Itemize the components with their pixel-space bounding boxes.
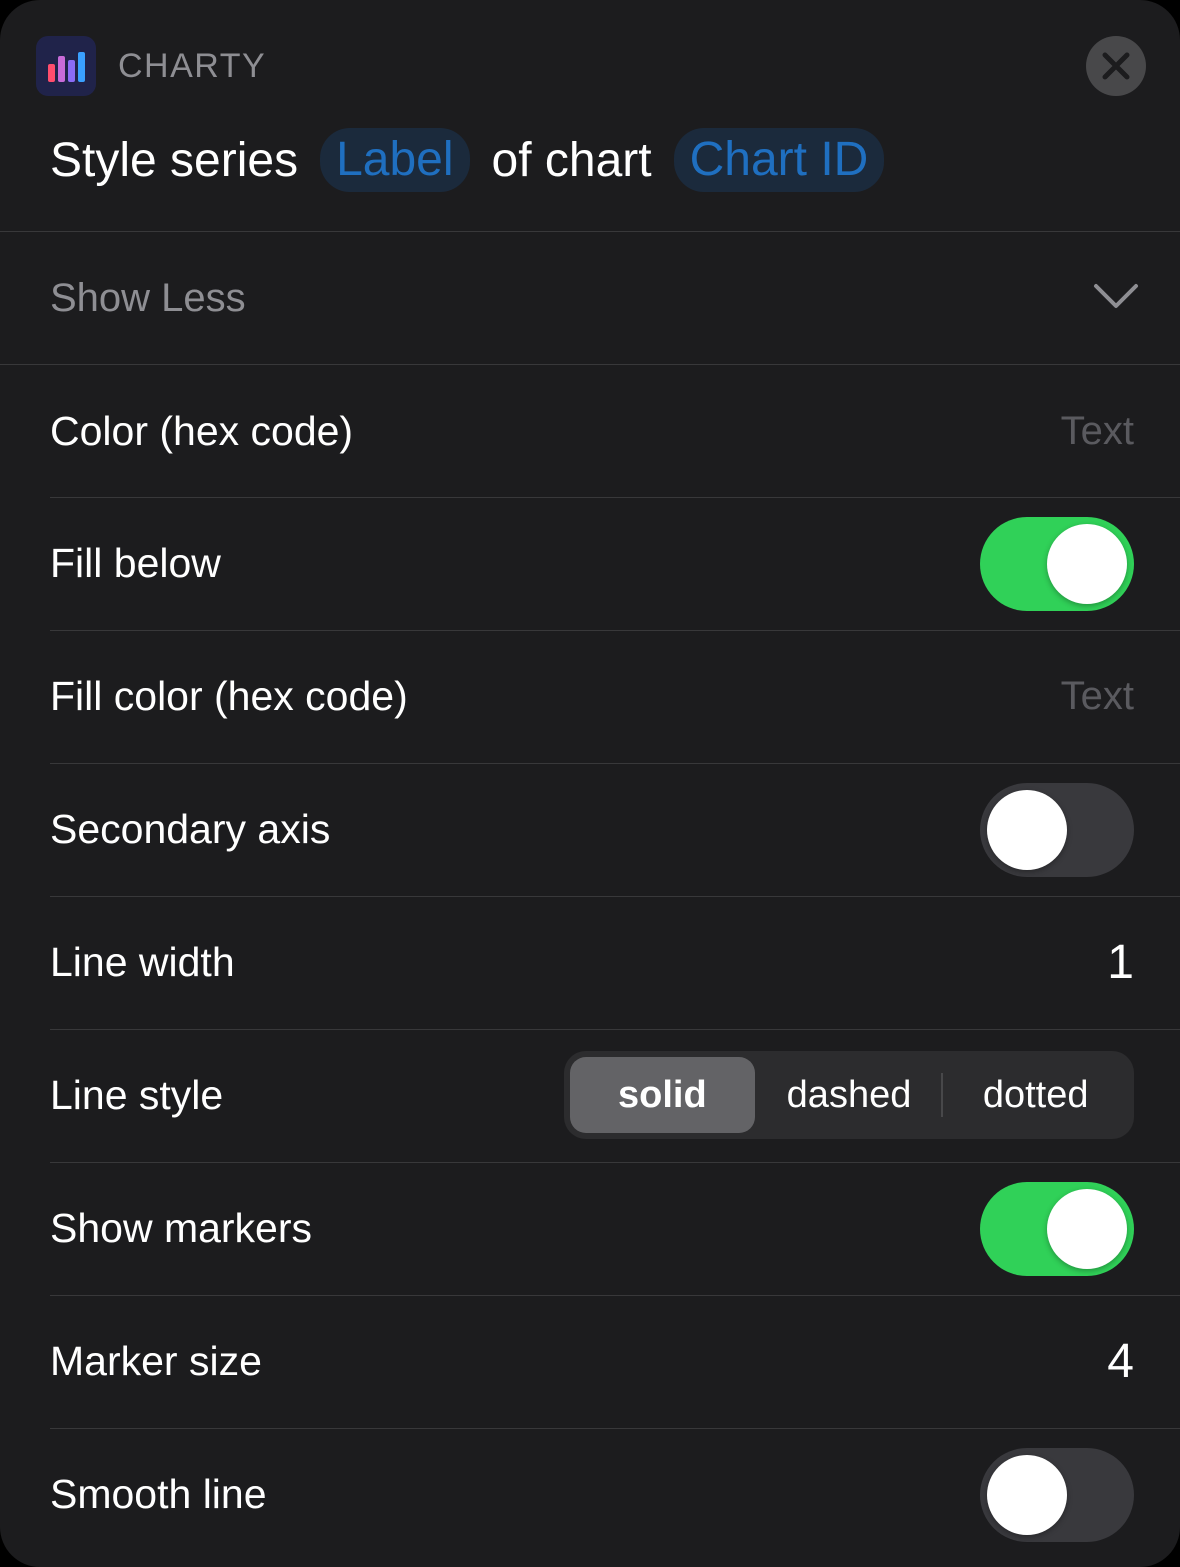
param-label-fill-below: Fill below	[50, 540, 221, 586]
param-label-marker-size: Marker size	[50, 1338, 262, 1384]
title-middle: of chart	[491, 133, 652, 187]
param-row-line-width: Line width 1	[0, 896, 1180, 1029]
line-style-segmented-control: solid dashed dotted	[564, 1051, 1134, 1139]
param-row-color: Color (hex code) Text	[0, 365, 1180, 498]
marker-size-value[interactable]: 4	[1107, 1295, 1134, 1428]
param-label-fill-color: Fill color (hex code)	[50, 673, 408, 719]
param-row-line-style: Line style solid dashed dotted	[0, 1029, 1180, 1162]
param-row-show-markers: Show markers	[0, 1162, 1180, 1295]
segment-dashed[interactable]: dashed	[757, 1057, 942, 1133]
label-parameter-token[interactable]: Label	[320, 128, 470, 192]
param-label-line-width: Line width	[50, 939, 235, 985]
param-label-line-style: Line style	[50, 1072, 224, 1118]
param-row-smooth-line: Smooth line	[0, 1428, 1180, 1561]
secondary-axis-toggle[interactable]	[980, 783, 1134, 877]
chevron-down-icon	[1094, 284, 1138, 308]
close-button[interactable]	[1086, 36, 1146, 96]
chart-id-parameter-token[interactable]: Chart ID	[673, 128, 885, 192]
action-title: Style series Label of chart Chart ID	[50, 128, 906, 192]
show-less-toggle[interactable]: Show Less	[0, 232, 1180, 364]
title-prefix: Style series	[50, 133, 299, 187]
bar-chart-icon	[36, 36, 96, 96]
show-markers-toggle[interactable]	[980, 1182, 1134, 1276]
smooth-line-toggle[interactable]	[980, 1448, 1134, 1542]
fill-below-toggle[interactable]	[980, 517, 1134, 611]
param-label-smooth-line: Smooth line	[50, 1471, 267, 1517]
segment-solid[interactable]: solid	[570, 1057, 755, 1133]
segment-dotted[interactable]: dotted	[943, 1057, 1128, 1133]
param-row-fill-below: Fill below	[0, 497, 1180, 630]
show-less-label: Show Less	[50, 276, 246, 320]
app-name: CHARTY	[118, 46, 267, 85]
fill-color-text-field[interactable]: Text	[1061, 630, 1134, 763]
action-card: CHARTY Style series Label of chart Chart…	[0, 0, 1180, 1567]
param-row-marker-size: Marker size 4	[0, 1295, 1180, 1428]
param-row-fill-color: Fill color (hex code) Text	[0, 630, 1180, 763]
line-width-value[interactable]: 1	[1107, 896, 1134, 1029]
param-label-secondary-axis: Secondary axis	[50, 806, 331, 852]
close-icon	[1102, 52, 1130, 80]
param-label-show-markers: Show markers	[50, 1205, 313, 1251]
param-row-secondary-axis: Secondary axis	[0, 763, 1180, 896]
param-label-color: Color (hex code)	[50, 408, 354, 454]
app-header: CHARTY	[36, 36, 266, 96]
color-text-field[interactable]: Text	[1061, 365, 1134, 498]
